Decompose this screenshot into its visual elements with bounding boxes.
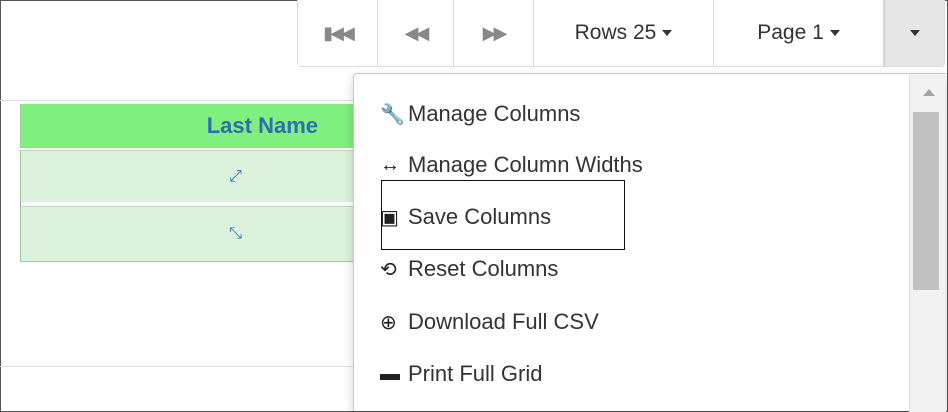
pager-toolbar: ▮◀◀ ◀◀ ▶▶ Rows 25 Page 1 bbox=[297, 0, 945, 67]
grid-menu-toggle-button[interactable] bbox=[884, 0, 944, 66]
wrench-icon: 🔧 bbox=[380, 103, 405, 126]
table-row[interactable]: ⤡ bbox=[20, 206, 360, 262]
table-row[interactable]: ⤢ bbox=[20, 150, 360, 202]
first-page-icon: ▮◀◀ bbox=[323, 22, 355, 43]
menu-item-label: Manage Columns bbox=[408, 101, 581, 126]
menu-item-label: Manage Column Widths bbox=[408, 152, 643, 177]
menu-item-download-full-csv[interactable]: ⊕ Download Full CSV bbox=[380, 304, 599, 340]
page-label: Page 1 bbox=[757, 21, 824, 44]
horizontal-arrows-icon: ↔ bbox=[380, 153, 400, 176]
scroll-up-icon[interactable] bbox=[923, 89, 935, 96]
next-page-icon: ▶▶ bbox=[482, 22, 508, 43]
previous-page-icon: ◀◀ bbox=[404, 22, 430, 43]
previous-page-button[interactable]: ◀◀ bbox=[378, 0, 454, 66]
refresh-icon: ⟲ bbox=[380, 258, 397, 281]
print-icon: ▬ bbox=[380, 362, 400, 385]
save-icon: ▣ bbox=[380, 206, 399, 229]
page-dropdown[interactable]: Page 1 bbox=[714, 0, 884, 66]
first-page-button[interactable]: ▮◀◀ bbox=[298, 0, 378, 66]
menu-item-save-columns[interactable]: ▣ Save Columns bbox=[380, 199, 551, 235]
menu-item-print-full-grid[interactable]: ▬ Print Full Grid bbox=[380, 356, 542, 392]
scrollbar-thumb[interactable] bbox=[913, 112, 939, 290]
grid-menu-dropdown: 🔧 Manage Columns ↔ Manage Column Widths … bbox=[353, 73, 946, 411]
next-page-button[interactable]: ▶▶ bbox=[454, 0, 534, 66]
compress-arrows-icon[interactable]: ⤡ bbox=[229, 225, 242, 243]
chevron-down-icon bbox=[909, 30, 920, 36]
download-circle-icon: ⊕ bbox=[380, 311, 397, 334]
menu-item-label: Reset Columns bbox=[408, 256, 559, 281]
menu-scrollbar[interactable] bbox=[909, 74, 946, 412]
menu-item-label: Download Full CSV bbox=[408, 309, 599, 334]
rows-per-page-label: Rows 25 bbox=[574, 21, 657, 44]
column-header-label: Last Name bbox=[206, 113, 318, 138]
grid-left-header-cell bbox=[0, 104, 21, 148]
menu-item-manage-columns[interactable]: 🔧 Manage Columns bbox=[380, 96, 580, 132]
menu-item-label: Save Columns bbox=[408, 204, 552, 229]
menu-item-reset-columns[interactable]: ⟲ Reset Columns bbox=[380, 251, 558, 287]
grid-left-cells bbox=[0, 150, 21, 262]
chevron-down-icon bbox=[662, 30, 673, 36]
chevron-down-icon bbox=[829, 30, 840, 36]
rows-per-page-dropdown[interactable]: Rows 25 bbox=[534, 0, 714, 66]
expand-arrows-icon[interactable]: ⤢ bbox=[229, 168, 242, 186]
column-header-last-name[interactable]: Last Name bbox=[20, 104, 360, 148]
menu-item-label: Print Full Grid bbox=[408, 361, 543, 386]
menu-item-manage-column-widths[interactable]: ↔ Manage Column Widths bbox=[380, 147, 643, 183]
